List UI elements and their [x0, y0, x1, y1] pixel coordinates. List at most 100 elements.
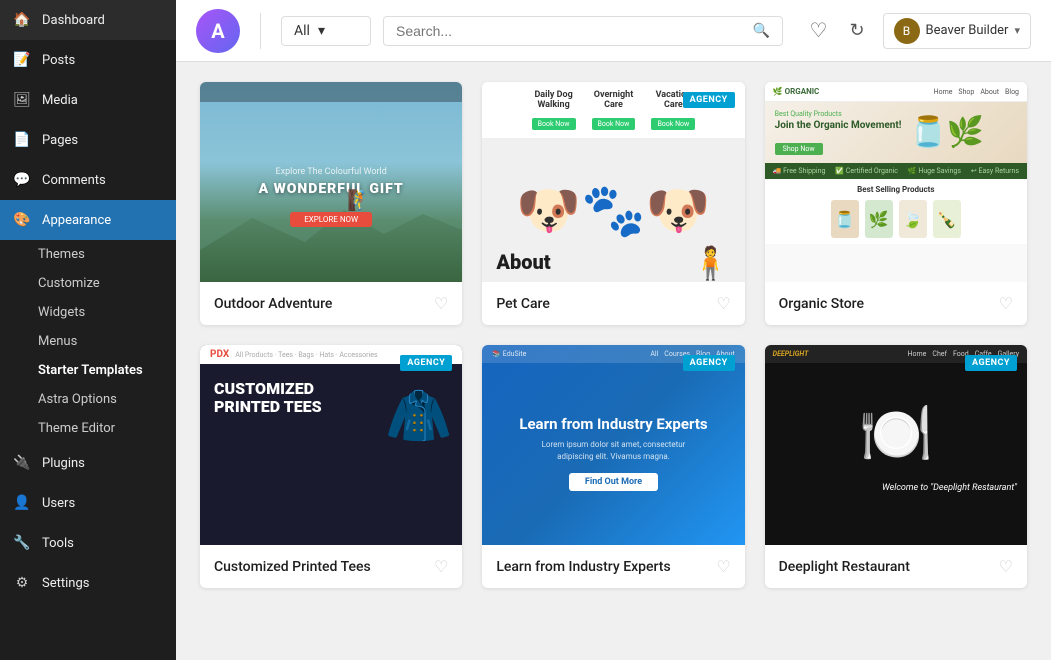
sidebar-item-theme-editor[interactable]: Theme Editor [0, 414, 176, 443]
favorite-education-button[interactable]: ♡ [716, 557, 730, 576]
outdoor-topbar [200, 82, 462, 102]
organic-text: Best Quality Products Join the Organic M… [775, 110, 902, 155]
organic-features: 🚚 Free Shipping ✅ Certified Organic 🌿 Hu… [765, 163, 1027, 179]
petcare-col-overnight: OvernightCare Book Now [592, 90, 636, 130]
users-icon: 👤 [12, 493, 32, 513]
tshirt-figure: 🧥 [385, 385, 452, 448]
sidebar-item-plugins[interactable]: 🔌 Plugins [0, 443, 176, 483]
template-preview-restaurant: AGENCY DEEPLIGHT HomeChefFoodCaffeGaller… [765, 345, 1027, 545]
agency-badge-tshirt: AGENCY [400, 355, 452, 371]
template-preview-education: AGENCY 📚 EduSite AllCoursesBlogAbout Lea… [482, 345, 744, 545]
edu-logo: 📚 EduSite [492, 350, 526, 358]
template-card-education[interactable]: AGENCY 📚 EduSite AllCoursesBlogAbout Lea… [482, 345, 744, 588]
sidebar-item-appearance[interactable]: 🎨 Appearance [0, 200, 176, 240]
favorite-tshirt-button[interactable]: ♡ [434, 557, 448, 576]
product-2: 🌿 [865, 200, 893, 238]
template-footer-education: Learn from Industry Experts ♡ [482, 545, 744, 588]
template-name-tshirt: Customized Printed Tees [214, 559, 371, 575]
favorite-organic-button[interactable]: ♡ [999, 294, 1013, 313]
organic-products: Best Selling Products 🫙 🌿 🍃 🍾 [765, 179, 1027, 244]
favorite-petcare-button[interactable]: ♡ [716, 294, 730, 313]
tshirt-logo: PDX [210, 349, 229, 360]
organic-topbar: 🌿 ORGANIC HomeShopAboutBlog [765, 82, 1027, 102]
posts-icon: 📝 [12, 50, 32, 70]
comments-icon: 💬 [12, 170, 32, 190]
organic-bottles: 🫙🌿 [909, 115, 984, 150]
sidebar-item-users[interactable]: 👤 Users [0, 483, 176, 523]
tshirt-nav: All Products · Tees · Bags · Hats · Acce… [235, 351, 377, 359]
appearance-arrow [174, 210, 176, 230]
outdoor-cta: EXPLORE NOW [290, 212, 372, 227]
restaurant-tagline: Welcome to "Deeplight Restaurant" [882, 483, 1017, 493]
favorite-outdoor-button[interactable]: ♡ [434, 294, 448, 313]
sidebar: 🏠 Dashboard 📝 Posts 🖼 Media 📄 Pages 💬 Co… [0, 0, 176, 660]
user-chevron-icon: ▾ [1014, 24, 1020, 37]
templates-grid: Explore The Colourful World A WONDERFUL … [200, 82, 1027, 588]
organic-logo: 🌿 ORGANIC [773, 87, 820, 96]
petcare-col-walking: Daily DogWalking Book Now [532, 90, 576, 130]
edu-title: Learn from Industry Experts [519, 415, 707, 433]
product-3: 🍃 [899, 200, 927, 238]
favorites-button[interactable]: ♡ [806, 14, 832, 47]
sidebar-item-comments[interactable]: 💬 Comments [0, 160, 176, 200]
restaurant-content: 🍽️ Welcome to "Deeplight Restaurant" [765, 363, 1027, 503]
template-name-education: Learn from Industry Experts [496, 559, 670, 575]
person-silhouette: 🧗 [347, 188, 372, 212]
sidebar-item-astra-options[interactable]: Astra Options [0, 385, 176, 414]
sidebar-item-widgets[interactable]: Widgets [0, 298, 176, 327]
outdoor-btn: EXPLORE NOW [290, 212, 372, 227]
tools-icon: 🔧 [12, 533, 32, 553]
sidebar-item-pages[interactable]: 📄 Pages [0, 120, 176, 160]
template-card-petcare[interactable]: AGENCY Daily DogWalking Book Now Overnig… [482, 82, 744, 325]
sidebar-item-settings[interactable]: ⚙ Settings [0, 563, 176, 603]
template-card-outdoor[interactable]: Explore The Colourful World A WONDERFUL … [200, 82, 462, 325]
agency-badge-petcare: AGENCY [683, 92, 735, 108]
outdoor-explore-text: Explore The Colourful World [200, 167, 462, 177]
site-logo: A [196, 9, 240, 53]
search-icon: 🔍 [753, 23, 770, 39]
search-box: 🔍 [383, 16, 783, 46]
template-footer-outdoor: Outdoor Adventure ♡ [200, 282, 462, 325]
organic-hero: Best Quality Products Join the Organic M… [765, 102, 1027, 163]
template-preview-petcare: AGENCY Daily DogWalking Book Now Overnig… [482, 82, 744, 282]
template-footer-organic: Organic Store ♡ [765, 282, 1027, 325]
organic-shop-btn: Shop Now [775, 143, 823, 155]
outdoor-overlay: Explore The Colourful World A WONDERFUL … [200, 167, 462, 197]
sidebar-item-themes[interactable]: Themes [0, 240, 176, 269]
organic-hero-title: Join the Organic Movement! [775, 120, 902, 132]
toolbar-divider [260, 13, 261, 49]
outdoor-main-text: A WONDERFUL GIFT [200, 181, 462, 197]
search-input[interactable] [396, 23, 745, 39]
sidebar-item-posts[interactable]: 📝 Posts [0, 40, 176, 80]
favorite-restaurant-button[interactable]: ♡ [999, 557, 1013, 576]
edu-cta-btn: Find Out More [569, 473, 658, 491]
filter-dropdown[interactable]: All ▾ [281, 16, 371, 46]
product-1: 🫙 [831, 200, 859, 238]
user-menu-button[interactable]: B Beaver Builder ▾ [883, 13, 1031, 49]
dogs-emoji: 🐶🐾🐶 [516, 185, 710, 237]
template-card-organic[interactable]: 🌿 ORGANIC HomeShopAboutBlog Best Quality… [765, 82, 1027, 325]
template-preview-organic: 🌿 ORGANIC HomeShopAboutBlog Best Quality… [765, 82, 1027, 282]
template-footer-tshirt: Customized Printed Tees ♡ [200, 545, 462, 588]
template-preview-tshirt: AGENCY PDX All Products · Tees · Bags · … [200, 345, 462, 545]
chevron-down-icon: ▾ [318, 23, 325, 39]
sidebar-item-starter-templates[interactable]: Starter Templates [0, 356, 176, 385]
template-name-restaurant: Deeplight Restaurant [779, 559, 910, 575]
person-emoji: 🧍 [691, 244, 731, 282]
toolbar: A All ▾ 🔍 ♡ ↻ B Beaver Builder ▾ [176, 0, 1051, 62]
refresh-button[interactable]: ↻ [845, 16, 868, 45]
template-footer-restaurant: Deeplight Restaurant ♡ [765, 545, 1027, 588]
sidebar-item-menus[interactable]: Menus [0, 327, 176, 356]
organic-product-row: 🫙 🌿 🍃 🍾 [773, 200, 1019, 238]
template-name-petcare: Pet Care [496, 296, 550, 312]
template-footer-petcare: Pet Care ♡ [482, 282, 744, 325]
template-card-tshirt[interactable]: AGENCY PDX All Products · Tees · Bags · … [200, 345, 462, 588]
settings-icon: ⚙ [12, 573, 32, 593]
petcare-dogs-area: 🐶🐾🐶 About 🧍 [482, 139, 744, 282]
template-card-restaurant[interactable]: AGENCY DEEPLIGHT HomeChefFoodCaffeGaller… [765, 345, 1027, 588]
sidebar-item-tools[interactable]: 🔧 Tools [0, 523, 176, 563]
sidebar-item-dashboard[interactable]: 🏠 Dashboard [0, 0, 176, 40]
sidebar-item-media[interactable]: 🖼 Media [0, 80, 176, 120]
sidebar-item-customize[interactable]: Customize [0, 269, 176, 298]
about-text: About [496, 250, 550, 274]
